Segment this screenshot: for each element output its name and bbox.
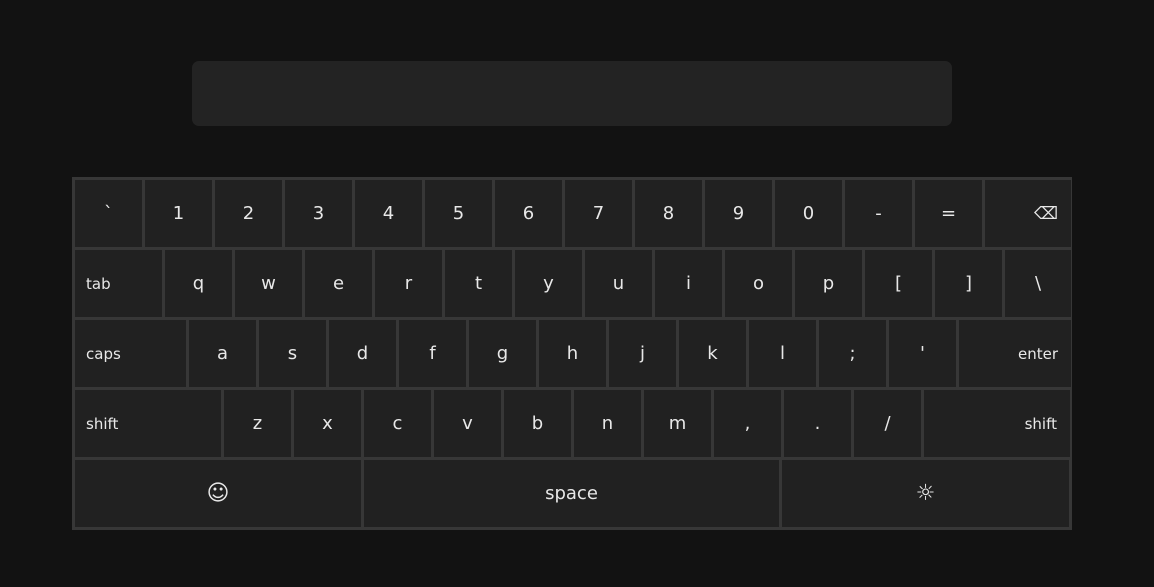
key-w[interactable]: w: [235, 250, 302, 317]
key-d[interactable]: d: [329, 320, 396, 387]
backspace-key[interactable]: ⌫: [985, 180, 1071, 247]
key-4[interactable]: 4: [355, 180, 422, 247]
key-backslash[interactable]: \: [1005, 250, 1071, 317]
key-5[interactable]: 5: [425, 180, 492, 247]
key-h[interactable]: h: [539, 320, 606, 387]
brightness-key[interactable]: ☼: [782, 460, 1069, 527]
key-quote[interactable]: ': [889, 320, 956, 387]
key-n[interactable]: n: [574, 390, 641, 457]
key-p[interactable]: p: [795, 250, 862, 317]
keyboard-row-numbers: ` 1 2 3 4 5 6 7 8 9 0 - = ⌫: [75, 180, 1071, 247]
key-right-bracket[interactable]: ]: [935, 250, 1002, 317]
key-e[interactable]: e: [305, 250, 372, 317]
key-space[interactable]: space: [364, 460, 779, 527]
key-backtick[interactable]: `: [75, 180, 142, 247]
key-6[interactable]: 6: [495, 180, 562, 247]
key-x[interactable]: x: [294, 390, 361, 457]
key-0[interactable]: 0: [775, 180, 842, 247]
key-t[interactable]: t: [445, 250, 512, 317]
key-equals[interactable]: =: [915, 180, 982, 247]
key-v[interactable]: v: [434, 390, 501, 457]
text-input-field[interactable]: [192, 61, 952, 126]
key-slash[interactable]: /: [854, 390, 921, 457]
key-enter[interactable]: enter: [959, 320, 1071, 387]
key-7[interactable]: 7: [565, 180, 632, 247]
key-minus[interactable]: -: [845, 180, 912, 247]
key-y[interactable]: y: [515, 250, 582, 317]
key-m[interactable]: m: [644, 390, 711, 457]
key-q[interactable]: q: [165, 250, 232, 317]
key-l[interactable]: l: [749, 320, 816, 387]
key-caps[interactable]: caps: [75, 320, 186, 387]
key-k[interactable]: k: [679, 320, 746, 387]
key-c[interactable]: c: [364, 390, 431, 457]
key-b[interactable]: b: [504, 390, 571, 457]
on-screen-keyboard: ` 1 2 3 4 5 6 7 8 9 0 - = ⌫ tab q w e r …: [72, 177, 1072, 530]
key-left-bracket[interactable]: [: [865, 250, 932, 317]
key-z[interactable]: z: [224, 390, 291, 457]
key-j[interactable]: j: [609, 320, 676, 387]
key-a[interactable]: a: [189, 320, 256, 387]
keyboard-row-qwerty: tab q w e r t y u i o p [ ] \: [75, 250, 1071, 317]
key-2[interactable]: 2: [215, 180, 282, 247]
emoji-key[interactable]: ☺: [75, 460, 361, 527]
key-shift-right[interactable]: shift: [924, 390, 1070, 457]
key-f[interactable]: f: [399, 320, 466, 387]
key-r[interactable]: r: [375, 250, 442, 317]
keyboard-row-space: ☺ space ☼: [75, 460, 1069, 527]
key-8[interactable]: 8: [635, 180, 702, 247]
emoji-icon: ☺: [206, 481, 230, 506]
key-semicolon[interactable]: ;: [819, 320, 886, 387]
keyboard-row-home: caps a s d f g h j k l ; ' enter: [75, 320, 1071, 387]
brightness-icon: ☼: [915, 481, 936, 506]
key-g[interactable]: g: [469, 320, 536, 387]
keyboard-row-bottom: shift z x c v b n m , . / shift: [75, 390, 1070, 457]
key-1[interactable]: 1: [145, 180, 212, 247]
key-i[interactable]: i: [655, 250, 722, 317]
key-comma[interactable]: ,: [714, 390, 781, 457]
key-u[interactable]: u: [585, 250, 652, 317]
key-s[interactable]: s: [259, 320, 326, 387]
key-o[interactable]: o: [725, 250, 792, 317]
key-9[interactable]: 9: [705, 180, 772, 247]
key-shift-left[interactable]: shift: [75, 390, 221, 457]
backspace-icon: ⌫: [1033, 203, 1058, 224]
key-period[interactable]: .: [784, 390, 851, 457]
key-tab[interactable]: tab: [75, 250, 162, 317]
key-3[interactable]: 3: [285, 180, 352, 247]
